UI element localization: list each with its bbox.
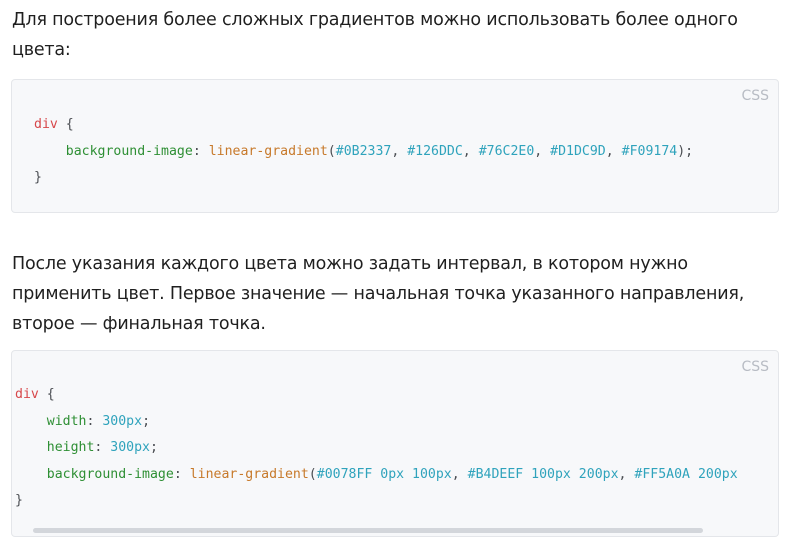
code-range-value: 0px 100px	[380, 466, 452, 482]
code-content: div { width: 300px; height: 300px; backg…	[15, 387, 738, 508]
code-block-gradient-colors: CSS div { background-image: linear-gradi…	[11, 79, 779, 213]
code-color-value: #0078FF	[316, 466, 373, 482]
horizontal-scrollbar[interactable]	[33, 528, 703, 533]
interval-paragraph: После указания каждого цвета можно задат…	[12, 254, 745, 334]
code-function: linear-gradient	[189, 466, 309, 482]
code-color-value: #B4DEEF	[467, 466, 524, 482]
code-block-gradient-intervals: CSS div { width: 300px; height: 300px; b…	[11, 350, 779, 537]
code-color-value: #0B2337	[335, 143, 392, 159]
code-language-label: CSS	[741, 359, 769, 375]
code-content: div { background-image: linear-gradient(…	[34, 117, 694, 185]
code-range-value: 100px 200px	[531, 466, 619, 482]
code-selector: div	[15, 387, 39, 402]
code-language-label: CSS	[741, 88, 769, 104]
code-value: 300px	[102, 413, 143, 429]
code-selector: div	[34, 117, 58, 132]
code-color-value: #126DDC	[407, 143, 463, 159]
code-property: height	[46, 440, 95, 455]
code-property: width	[46, 413, 87, 429]
code-close-brace: }	[15, 493, 23, 508]
code-color-value: #76C2E0	[478, 143, 535, 159]
code-range-value: 200px	[697, 466, 738, 482]
code-function: linear-gradient	[208, 143, 328, 159]
code-property: background-image	[65, 143, 193, 159]
code-close-brace: }	[34, 170, 42, 185]
code-property: background-image	[46, 466, 174, 482]
code-color-value: #F09174	[621, 143, 678, 159]
code-value: 300px	[110, 440, 150, 455]
intro-paragraph: Для построения более сложных градиентов …	[12, 10, 738, 60]
code-color-value: #D1DC9D	[550, 143, 606, 159]
code-color-value: #FF5A0A	[634, 466, 690, 482]
